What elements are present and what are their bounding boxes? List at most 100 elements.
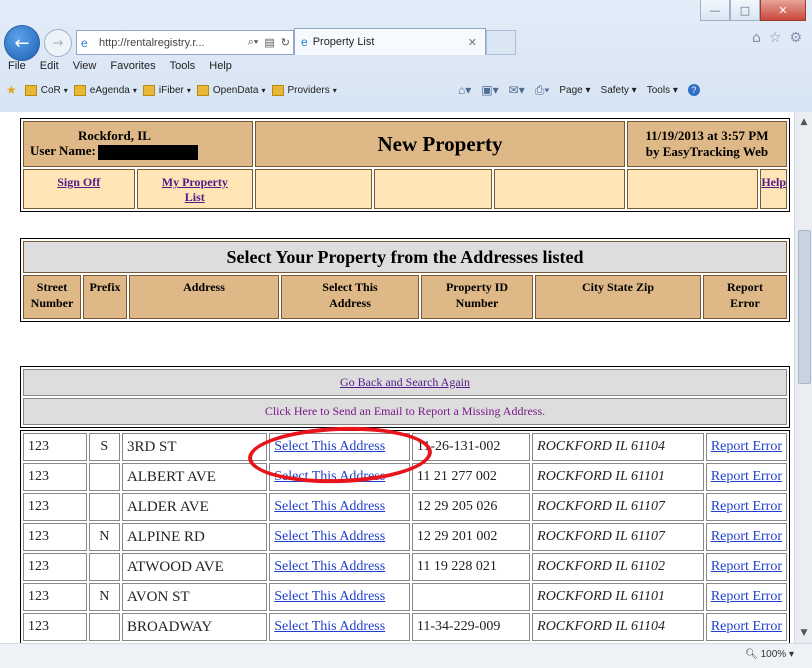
cell-address: ATWOOD AVE: [121, 553, 268, 581]
menu-help[interactable]: Help: [209, 60, 232, 78]
folder-icon: [196, 84, 209, 96]
toolbar-icons: ⌂ ☆ ⚙: [752, 30, 802, 46]
menu-edit[interactable]: Edit: [40, 60, 59, 78]
fav-label: iFiber: [158, 84, 184, 96]
cell-property-id: 11-34-229-009: [411, 613, 531, 641]
menu-tools[interactable]: Tools: [170, 60, 196, 78]
col-prefix: Prefix: [83, 275, 127, 319]
cell-city-state-zip: ROCKFORD IL 61104: [537, 619, 665, 634]
fav-cor[interactable]: CoR ▾: [24, 84, 68, 96]
report-error-link[interactable]: Report Error: [711, 529, 782, 544]
new-tab-button[interactable]: [486, 30, 516, 55]
report-error-link[interactable]: Report Error: [711, 559, 782, 574]
browser-chrome: — □ ✕ ← → e http://rentalregistry.r... ⌕…: [0, 0, 812, 113]
report-error-link[interactable]: Report Error: [711, 619, 782, 634]
select-this-address-link[interactable]: Select This Address: [274, 619, 385, 634]
sign-off-link[interactable]: Sign Off: [23, 169, 135, 209]
print-icon[interactable]: ⎙▾: [535, 83, 550, 98]
search-icon[interactable]: ⌕▾: [248, 36, 259, 49]
date-text: 11/19/2013 at 3:57 PM: [645, 128, 769, 143]
fav-label: eAgenda: [89, 84, 130, 96]
gear-icon[interactable]: ⚙: [789, 30, 802, 46]
refresh-icon[interactable]: ↻: [281, 36, 290, 49]
cell-street-number: 123: [23, 463, 87, 491]
nav-empty-cell: [255, 169, 373, 209]
home-icon[interactable]: ⌂▾: [458, 83, 471, 97]
compat-view-icon[interactable]: ▤: [264, 36, 274, 49]
scroll-up-icon[interactable]: ▲: [795, 114, 812, 130]
zoom-level[interactable]: 🔍︎ 100% ▾: [745, 649, 794, 660]
select-this-address-link[interactable]: Select This Address: [274, 499, 385, 514]
maximize-icon[interactable]: □: [730, 0, 760, 21]
forward-arrow-icon[interactable]: →: [44, 29, 72, 57]
cell-prefix: [88, 463, 120, 491]
cell-street-number: 123: [23, 433, 87, 461]
cmd-tools[interactable]: Tools ▾: [647, 85, 678, 96]
address-bar[interactable]: e http://rentalregistry.r... ⌕▾ ▤ ↻: [76, 30, 294, 55]
feeds-icon[interactable]: ▣▾: [481, 83, 498, 97]
report-error-link[interactable]: Report Error: [711, 589, 782, 604]
fav-eagenda[interactable]: eAgenda ▾: [73, 84, 137, 96]
table-row: 123 N AVON ST Select This Address ROCKFORD I…: [23, 583, 787, 611]
my-property-list-link[interactable]: My Property List: [136, 169, 254, 209]
scroll-down-icon[interactable]: ▼: [795, 625, 812, 641]
cell-street-number: 123: [28, 529, 49, 544]
cell-address: ALDER AVE: [121, 493, 268, 521]
go-back-link[interactable]: Go Back and Search Again: [23, 369, 787, 396]
cell-address: ALPINE RD: [121, 523, 268, 551]
cell-address: 3RD ST: [121, 433, 268, 461]
tab-close-icon[interactable]: ✕: [468, 36, 477, 49]
cell-prefix: [88, 553, 120, 581]
cell-prefix: N: [88, 523, 120, 551]
col-report-error: Report Error: [703, 275, 787, 319]
fav-opendata[interactable]: OpenData ▾: [196, 84, 266, 96]
cell-street-number: 123: [28, 619, 49, 634]
select-this-address-link[interactable]: Select This Address: [274, 469, 385, 484]
select-this-address-link[interactable]: Select This Address: [274, 559, 385, 574]
cmd-page[interactable]: Page ▾: [559, 85, 590, 96]
cmd-safety[interactable]: Safety ▾: [601, 85, 637, 96]
vertical-scrollbar[interactable]: ▲ ▼: [794, 112, 812, 643]
cell-city-state-zip: ROCKFORD IL 61101: [532, 463, 704, 491]
cell-address: ALBERT AVE: [126, 468, 216, 485]
scroll-thumb[interactable]: [798, 230, 811, 384]
mail-icon[interactable]: ✉▾: [509, 83, 525, 97]
help-icon[interactable]: ?: [687, 84, 700, 96]
minimize-icon[interactable]: —: [700, 0, 730, 21]
tab-property-list[interactable]: e Property List ✕: [294, 28, 486, 55]
report-error-link[interactable]: Report Error: [711, 499, 782, 514]
star-icon[interactable]: ☆: [769, 30, 782, 46]
cell-address: AVON ST: [121, 583, 268, 611]
menu-file[interactable]: File: [8, 60, 26, 78]
nav-empty-cell: [374, 169, 492, 209]
table-row: 123 BROADWAY Select This Address 11-34-229-…: [23, 613, 787, 641]
cell-city-state-zip: ROCKFORD IL 61104: [537, 439, 665, 454]
city-user-cell: Rockford, IL User Name:: [23, 121, 254, 167]
help-link[interactable]: Help: [760, 169, 787, 209]
select-this-address-link[interactable]: Select This Address: [274, 589, 385, 604]
back-arrow-icon[interactable]: ←: [4, 25, 40, 61]
tab-label: Property List: [312, 36, 375, 48]
fav-ifiber[interactable]: iFiber ▾: [142, 84, 191, 96]
menu-favorites[interactable]: Favorites: [110, 60, 155, 78]
report-error-link[interactable]: Report Error: [711, 439, 782, 454]
zoom-icon: 🔍︎: [745, 649, 758, 660]
cell-street-number: 123: [23, 493, 87, 521]
page-content: Rockford, IL User Name: New Property 11/…: [0, 112, 794, 643]
header-table: Rockford, IL User Name: New Property 11/…: [20, 118, 790, 212]
close-icon[interactable]: ✕: [760, 0, 806, 21]
ie-logo-icon: e: [301, 35, 308, 49]
select-this-address-link[interactable]: Select This Address: [274, 439, 385, 454]
favorites-star[interactable]: ★: [6, 83, 19, 97]
folder-icon: [73, 84, 86, 96]
select-this-address-link[interactable]: Select This Address: [274, 529, 385, 544]
table-row: 123 ALDER AVE Select This Address 12 29 205…: [23, 493, 787, 521]
report-error-link[interactable]: Report Error: [711, 469, 782, 484]
cell-prefix: N: [99, 529, 110, 544]
url-text: http://rentalregistry.r...: [99, 36, 205, 49]
fav-providers[interactable]: Providers ▾: [271, 84, 337, 96]
cell-street-number: 123: [28, 589, 49, 604]
report-missing-address-link[interactable]: Click Here to Send an Email to Report a …: [23, 398, 787, 425]
home-icon[interactable]: ⌂: [752, 30, 761, 46]
menu-view[interactable]: View: [73, 60, 97, 78]
